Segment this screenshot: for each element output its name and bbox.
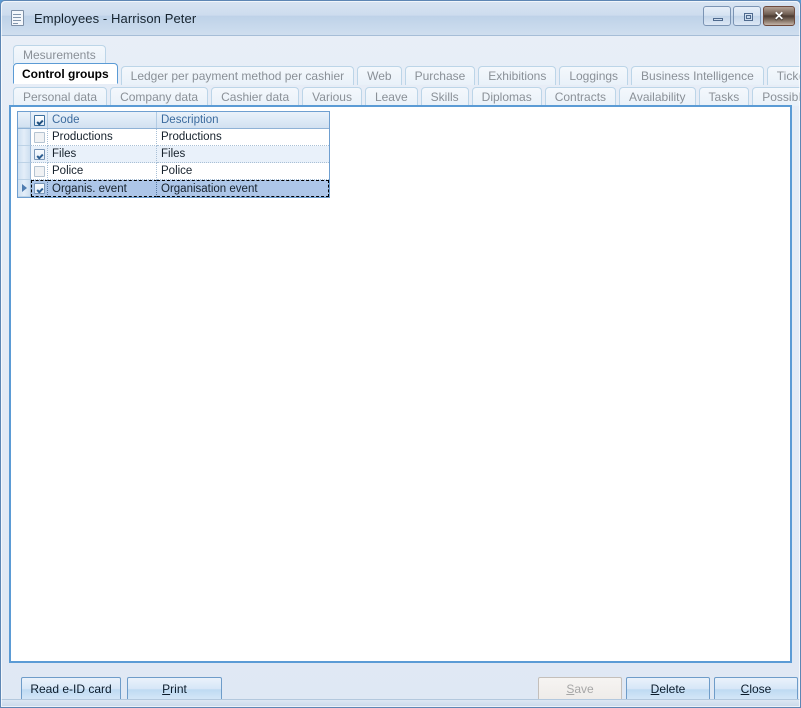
column-header-code[interactable]: Code bbox=[48, 112, 157, 128]
tab-row-1: Mesurements bbox=[13, 42, 792, 63]
select-all-checkbox-icon[interactable] bbox=[34, 115, 45, 126]
tab-various[interactable]: Various bbox=[302, 87, 362, 106]
header-select-all-cell[interactable] bbox=[31, 112, 48, 128]
title-bar: Employees - Harrison Peter ✕ bbox=[1, 1, 800, 36]
cell-description[interactable]: Organisation event bbox=[157, 180, 329, 197]
tab-purchase[interactable]: Purchase bbox=[405, 66, 476, 85]
tab-company-data[interactable]: Company data bbox=[110, 87, 208, 106]
grid-body: ProductionsProductionsFilesFilesPolicePo… bbox=[18, 129, 329, 197]
row-select-cell[interactable] bbox=[31, 163, 48, 180]
tab-ticketing[interactable]: Ticketing bbox=[767, 66, 801, 85]
tab-content-panel: Code Description ProductionsProductionsF… bbox=[9, 105, 792, 663]
checkbox-checked-icon[interactable] bbox=[34, 183, 45, 194]
client-area: Mesurements Control groupsLedger per pay… bbox=[1, 36, 800, 708]
minimize-button[interactable] bbox=[703, 6, 731, 26]
tab-tasks[interactable]: Tasks bbox=[699, 87, 750, 106]
cell-description[interactable]: Files bbox=[157, 146, 329, 163]
window-controls: ✕ bbox=[703, 6, 795, 26]
row-indicator-cell bbox=[18, 146, 31, 163]
column-header-description[interactable]: Description bbox=[157, 112, 329, 128]
table-row[interactable]: Organis. eventOrganisation event bbox=[18, 180, 329, 197]
tab-contracts[interactable]: Contracts bbox=[545, 87, 616, 106]
tab-web[interactable]: Web bbox=[357, 66, 401, 85]
control-groups-grid[interactable]: Code Description ProductionsProductionsF… bbox=[17, 111, 330, 198]
grid-header-row: Code Description bbox=[18, 112, 329, 129]
tab-availability[interactable]: Availability bbox=[619, 87, 695, 106]
document-list-icon bbox=[10, 10, 26, 26]
row-select-cell[interactable] bbox=[31, 146, 48, 163]
tab-row-3: Personal dataCompany dataCashier dataVar… bbox=[13, 84, 792, 105]
cell-code[interactable]: Productions bbox=[48, 129, 157, 146]
window-title: Employees - Harrison Peter bbox=[34, 11, 196, 26]
checkbox-checked-icon[interactable] bbox=[34, 149, 45, 160]
table-row[interactable]: PolicePolice bbox=[18, 163, 329, 180]
row-indicator-cell bbox=[18, 129, 31, 146]
tab-control-groups[interactable]: Control groups bbox=[13, 63, 118, 84]
tab-diplomas[interactable]: Diplomas bbox=[472, 87, 542, 106]
row-select-cell[interactable] bbox=[31, 180, 48, 197]
cell-description[interactable]: Productions bbox=[157, 129, 329, 146]
tab-skills[interactable]: Skills bbox=[421, 87, 469, 106]
tab-ledger-per-payment-method-per-cashier[interactable]: Ledger per payment method per cashier bbox=[121, 66, 354, 85]
tab-row-2: Control groupsLedger per payment method … bbox=[13, 63, 792, 84]
checkbox-unchecked-icon[interactable] bbox=[34, 166, 45, 177]
tab-possible-worktypes[interactable]: Possible worktypes bbox=[752, 87, 801, 106]
close-icon: ✕ bbox=[764, 7, 794, 25]
table-row[interactable]: FilesFiles bbox=[18, 146, 329, 163]
row-select-cell[interactable] bbox=[31, 129, 48, 146]
tab-exhibitions[interactable]: Exhibitions bbox=[478, 66, 556, 85]
cell-description[interactable]: Police bbox=[157, 163, 329, 180]
tab-cashier-data[interactable]: Cashier data bbox=[211, 87, 299, 106]
tab-mesurements[interactable]: Mesurements bbox=[13, 45, 106, 64]
employees-window: Employees - Harrison Peter ✕ Mesurements… bbox=[0, 0, 801, 708]
cell-code[interactable]: Files bbox=[48, 146, 157, 163]
row-indicator-cell bbox=[18, 163, 31, 180]
row-indicator-cell bbox=[18, 112, 31, 128]
tab-leave[interactable]: Leave bbox=[365, 87, 418, 106]
window-bottom-strip bbox=[1, 699, 800, 707]
tab-personal-data[interactable]: Personal data bbox=[13, 87, 107, 106]
cell-code[interactable]: Organis. event bbox=[48, 180, 157, 197]
current-row-arrow-icon bbox=[18, 180, 31, 197]
maximize-button[interactable] bbox=[733, 6, 761, 26]
tab-business-intelligence[interactable]: Business Intelligence bbox=[631, 66, 764, 85]
checkbox-unchecked-icon[interactable] bbox=[34, 132, 45, 143]
cell-code[interactable]: Police bbox=[48, 163, 157, 180]
close-window-button[interactable]: ✕ bbox=[763, 6, 795, 26]
tab-loggings[interactable]: Loggings bbox=[559, 66, 628, 85]
table-row[interactable]: ProductionsProductions bbox=[18, 129, 329, 146]
